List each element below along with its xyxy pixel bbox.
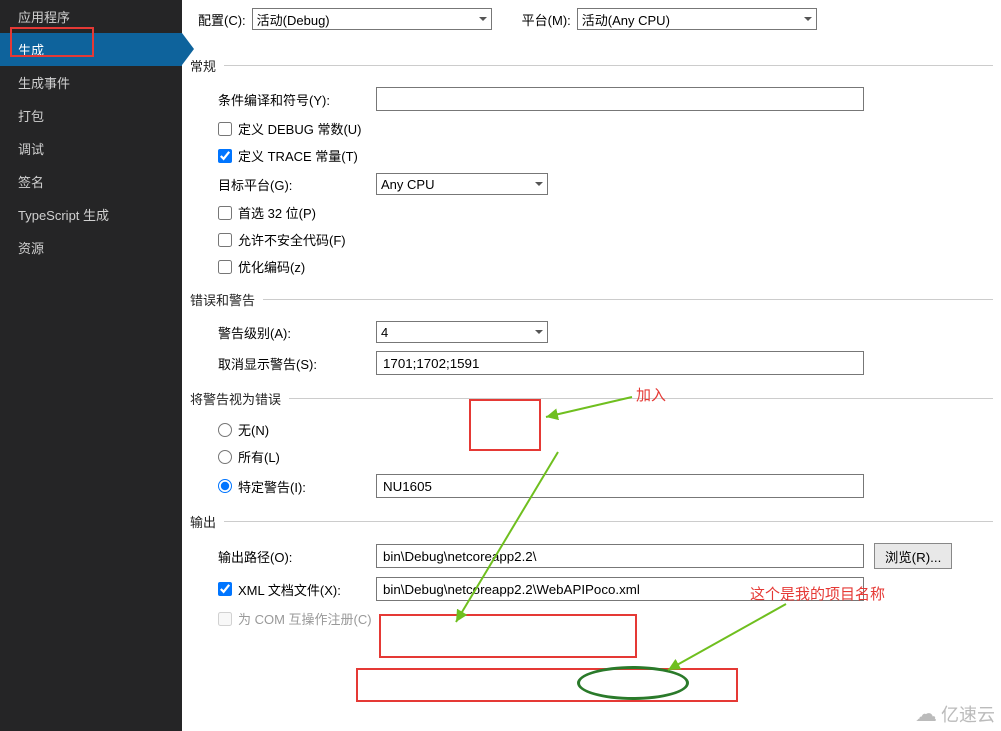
optimize-checkbox[interactable]: 优化编码(z) bbox=[218, 257, 305, 276]
suppress-input[interactable] bbox=[376, 351, 864, 375]
chevron-down-icon bbox=[535, 330, 543, 338]
section-treat-title: 将警告视为错误 bbox=[190, 385, 281, 412]
sidebar-item-resources[interactable]: 资源 bbox=[0, 231, 182, 264]
debug-const-checkbox[interactable]: 定义 DEBUG 常数(U) bbox=[218, 119, 362, 138]
com-register-checkbox: 为 COM 互操作注册(C) bbox=[218, 609, 372, 628]
sidebar-item-package[interactable]: 打包 bbox=[0, 99, 182, 132]
chevron-down-icon bbox=[535, 182, 543, 190]
treat-none-label: 无(N) bbox=[238, 420, 269, 439]
sidebar-item-sign[interactable]: 签名 bbox=[0, 165, 182, 198]
config-value: 活动(Debug) bbox=[257, 10, 330, 29]
debug-const-label: 定义 DEBUG 常数(U) bbox=[238, 119, 362, 138]
treat-specific-radio[interactable]: 特定警告(I): bbox=[218, 477, 366, 496]
watermark-logo: ☁ 亿速云 bbox=[915, 701, 995, 727]
trace-const-checkbox[interactable]: 定义 TRACE 常量(T) bbox=[218, 146, 358, 165]
treat-specific-input[interactable] bbox=[376, 474, 864, 498]
prefer32-label: 首选 32 位(P) bbox=[238, 203, 316, 222]
cloud-icon: ☁ bbox=[915, 701, 937, 727]
xml-doc-label: XML 文档文件(X): bbox=[238, 580, 341, 599]
main-panel: 配置(C): 活动(Debug) 平台(M): 活动(Any CPU) 常规 条… bbox=[182, 0, 1001, 731]
config-label: 配置(C): bbox=[198, 10, 246, 29]
target-platform-value: Any CPU bbox=[381, 177, 434, 192]
sidebar-item-build[interactable]: 生成 bbox=[0, 33, 182, 66]
platform-combo[interactable]: 活动(Any CPU) bbox=[577, 8, 817, 30]
sidebar: 应用程序 生成 生成事件 打包 调试 签名 TypeScript 生成 资源 bbox=[0, 0, 182, 731]
section-errors-title: 错误和警告 bbox=[190, 286, 255, 313]
watermark-text: 亿速云 bbox=[941, 701, 995, 727]
section-general-title: 常规 bbox=[190, 52, 216, 79]
browse-button[interactable]: 浏览(R)... bbox=[874, 543, 952, 569]
chevron-down-icon bbox=[479, 17, 487, 25]
output-path-input[interactable] bbox=[376, 544, 864, 568]
platform-value: 活动(Any CPU) bbox=[582, 10, 670, 29]
warn-level-value: 4 bbox=[381, 325, 388, 340]
treat-all-label: 所有(L) bbox=[238, 447, 280, 466]
sidebar-item-build-events[interactable]: 生成事件 bbox=[0, 66, 182, 99]
chevron-down-icon bbox=[804, 17, 812, 25]
section-output-title: 输出 bbox=[190, 508, 216, 535]
xml-doc-input[interactable] bbox=[376, 577, 864, 601]
treat-none-radio[interactable]: 无(N) bbox=[218, 420, 269, 439]
treat-specific-label: 特定警告(I): bbox=[238, 477, 306, 496]
suppress-label: 取消显示警告(S): bbox=[218, 354, 366, 373]
warn-level-label: 警告级别(A): bbox=[218, 323, 366, 342]
cond-label: 条件编译和符号(Y): bbox=[218, 90, 366, 109]
cond-input[interactable] bbox=[376, 87, 864, 111]
unsafe-label: 允许不安全代码(F) bbox=[238, 230, 346, 249]
optimize-label: 优化编码(z) bbox=[238, 257, 305, 276]
prefer32-checkbox[interactable]: 首选 32 位(P) bbox=[218, 203, 316, 222]
sidebar-item-typescript[interactable]: TypeScript 生成 bbox=[0, 198, 182, 231]
target-platform-label: 目标平台(G): bbox=[218, 175, 366, 194]
treat-all-radio[interactable]: 所有(L) bbox=[218, 447, 280, 466]
trace-const-label: 定义 TRACE 常量(T) bbox=[238, 146, 358, 165]
output-path-label: 输出路径(O): bbox=[218, 547, 366, 566]
config-combo[interactable]: 活动(Debug) bbox=[252, 8, 492, 30]
sidebar-item-app[interactable]: 应用程序 bbox=[0, 0, 182, 33]
com-register-label: 为 COM 互操作注册(C) bbox=[238, 609, 372, 628]
unsafe-checkbox[interactable]: 允许不安全代码(F) bbox=[218, 230, 346, 249]
platform-label: 平台(M): bbox=[522, 10, 571, 29]
target-platform-combo[interactable]: Any CPU bbox=[376, 173, 548, 195]
warn-level-combo[interactable]: 4 bbox=[376, 321, 548, 343]
sidebar-item-debug[interactable]: 调试 bbox=[0, 132, 182, 165]
xml-doc-checkbox[interactable]: XML 文档文件(X): bbox=[218, 580, 366, 599]
